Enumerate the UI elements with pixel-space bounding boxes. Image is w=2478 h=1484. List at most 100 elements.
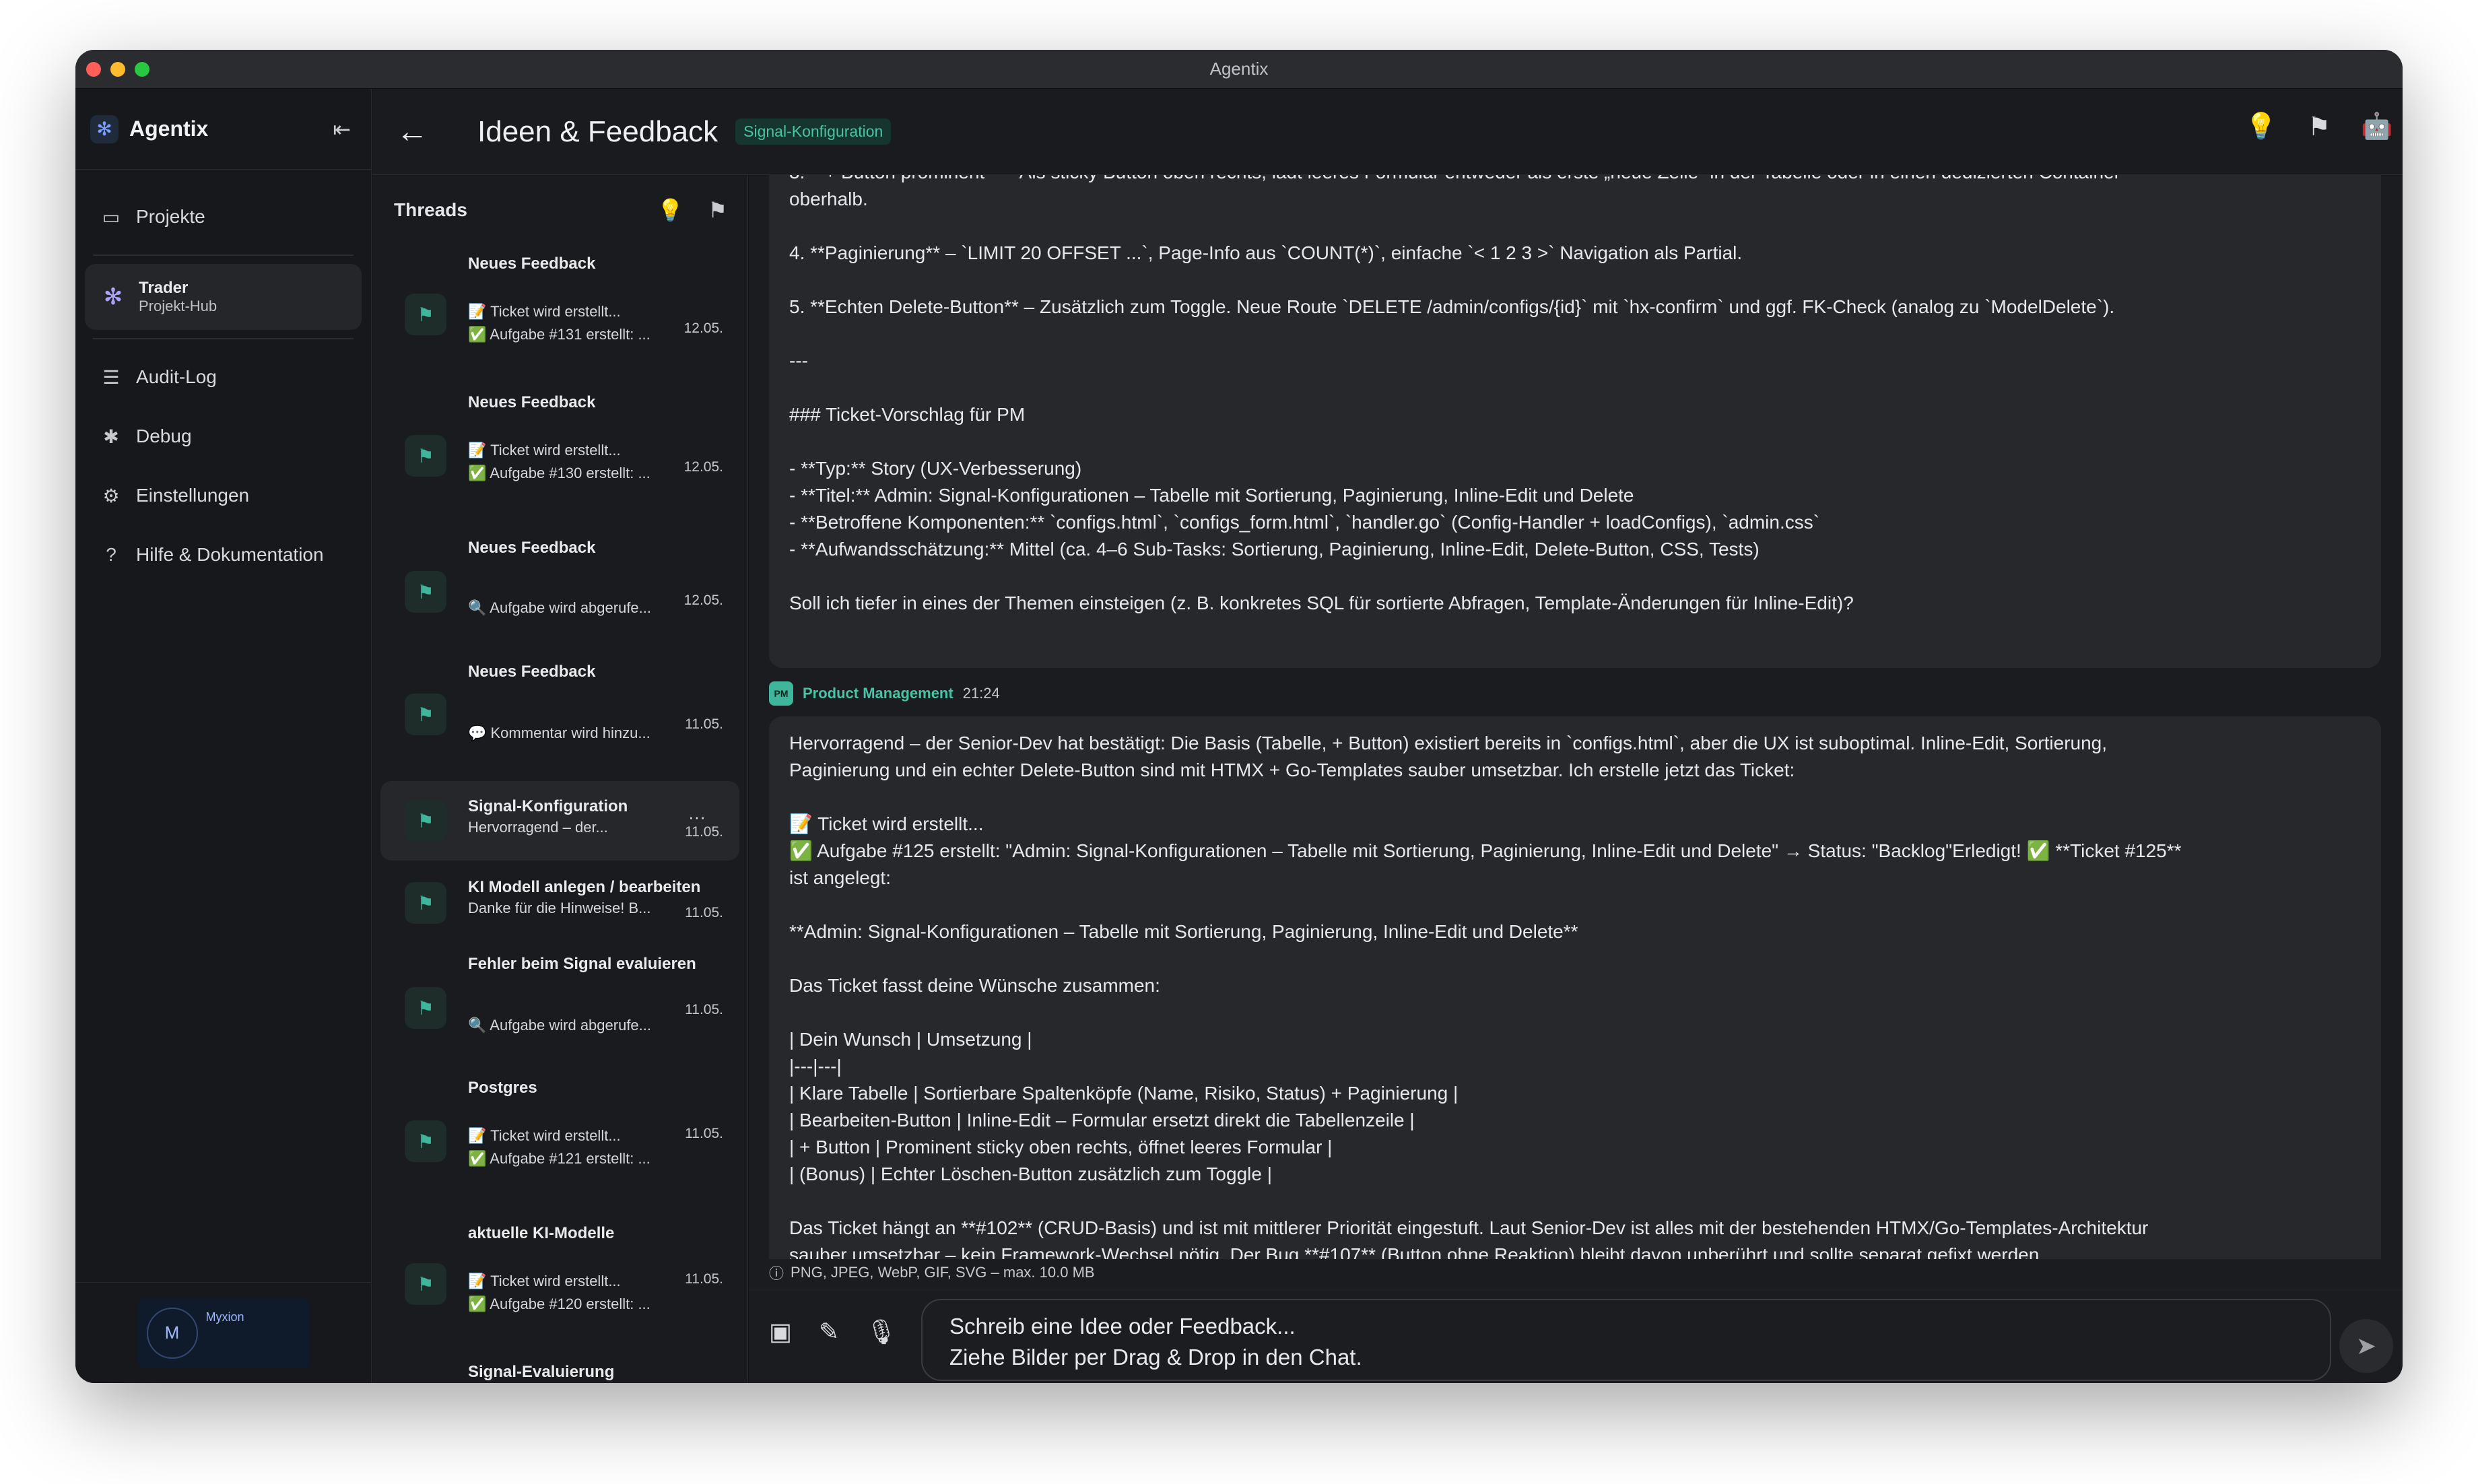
user-card[interactable]: M Myxion bbox=[137, 1297, 310, 1368]
user-logo: M bbox=[146, 1307, 198, 1359]
message-input-box[interactable] bbox=[921, 1299, 2331, 1381]
message-line: - **Aufwandsschätzung:** Mittel (ca. 4–6… bbox=[789, 539, 1760, 560]
message-line bbox=[789, 945, 2361, 972]
sidebar-item-einstellungen[interactable]: ⚙ Einstellungen bbox=[85, 466, 362, 525]
sidebar-project-trader[interactable]: ✻ Trader Projekt-Hub bbox=[85, 264, 362, 330]
thread-date: 12.05. bbox=[683, 321, 723, 336]
message-bubble-assistant: 3. **+ Button prominent** – Als sticky B… bbox=[769, 175, 2381, 668]
message-line: Paginierung und ein echter Delete-Button… bbox=[789, 760, 1795, 780]
back-arrow-icon[interactable]: ← bbox=[382, 102, 442, 162]
microphone-icon[interactable]: 🎙 bbox=[866, 1318, 897, 1346]
feedback-icon[interactable]: ⚑ bbox=[2300, 108, 2338, 145]
thread-item[interactable]: ⚑ Neues Feedback 📝 Ticket wird erstellt.… bbox=[380, 384, 739, 529]
message-line bbox=[789, 891, 2361, 918]
thread-title: Neues Feedback bbox=[468, 255, 596, 273]
thread-preview-line: ✅ Aufgabe #121 erstellt: ... bbox=[468, 1150, 650, 1167]
thread-item[interactable]: ⚑ Neues Feedback 📝 Ticket wird erstellt.… bbox=[380, 245, 739, 384]
feedback-icon: ⚑ bbox=[405, 1120, 446, 1162]
app-window: Agentix ✻ Agentix ⇤ ▭ Projekte ✻ Trader … bbox=[75, 50, 2403, 1383]
thread-item[interactable]: ⚑ aktuelle KI-Modelle 📝 Ticket wird erst… bbox=[380, 1215, 739, 1353]
header-actions: 💡 ⚑ 🤖 bbox=[2242, 108, 2396, 145]
zoom-window-button[interactable] bbox=[135, 62, 149, 77]
message-input[interactable] bbox=[948, 1310, 2304, 1370]
lightbulb-icon[interactable]: 💡 bbox=[657, 197, 683, 223]
sidebar-item-hilfe[interactable]: ? Hilfe & Dokumentation bbox=[85, 525, 362, 584]
project-sub: Projekt-Hub bbox=[139, 298, 217, 314]
message-text: 3. **+ Button prominent** – Als sticky B… bbox=[789, 175, 2361, 617]
thread-item[interactable]: ⚑ Fehler beim Signal evaluieren 🔍 Aufgab… bbox=[380, 945, 739, 1069]
thread-item-active[interactable]: ⚑ Signal-Konfiguration Hervorragend – de… bbox=[380, 781, 739, 861]
divider bbox=[93, 338, 354, 339]
thread-item[interactable]: ⚑ Postgres 📝 Ticket wird erstellt... ✅ A… bbox=[380, 1069, 739, 1215]
sidebar-item-label: Audit-Log bbox=[136, 366, 217, 387]
sidebar-item-label: Einstellungen bbox=[136, 485, 250, 506]
message-line: oberhalb. bbox=[789, 189, 868, 209]
chat-area: 3. **+ Button prominent** – Als sticky B… bbox=[749, 175, 2403, 1383]
send-button[interactable]: ➤ bbox=[2339, 1319, 2393, 1373]
project-name: Trader bbox=[139, 279, 189, 297]
divider bbox=[93, 255, 354, 256]
thread-more-button[interactable]: ··· bbox=[688, 807, 706, 828]
thread-date: 11.05. bbox=[685, 1126, 723, 1141]
thread-title: Neues Feedback bbox=[468, 393, 596, 411]
sidebar-item-label: Projekte bbox=[136, 206, 205, 227]
collapse-sidebar-icon[interactable]: ⇤ bbox=[333, 116, 351, 142]
sidebar-item-debug[interactable]: ✱ Debug bbox=[85, 407, 362, 466]
message-line: --- bbox=[789, 350, 808, 371]
message-scroll[interactable]: 3. **+ Button prominent** – Als sticky B… bbox=[749, 175, 2403, 1259]
message-line: | Dein Wunsch | Umsetzung | bbox=[789, 1029, 1032, 1050]
robot-icon[interactable]: 🤖 bbox=[2358, 108, 2396, 145]
brand-name: Agentix bbox=[129, 116, 209, 141]
close-window-button[interactable] bbox=[86, 62, 101, 77]
feedback-icon: ⚑ bbox=[405, 435, 446, 477]
minimize-window-button[interactable] bbox=[110, 62, 125, 77]
agentix-logo-icon: ✻ bbox=[90, 114, 119, 143]
feedback-icon: ⚑ bbox=[405, 1263, 446, 1305]
thread-date: 12.05. bbox=[683, 459, 723, 475]
user-area: M Myxion bbox=[75, 1282, 371, 1383]
message-line bbox=[789, 374, 2361, 401]
sidebar-item-projekte[interactable]: ▭ Projekte bbox=[85, 187, 362, 246]
message-line bbox=[789, 428, 2361, 455]
message-bubble-pm: Hervorragend – der Senior-Dev hat bestät… bbox=[769, 716, 2381, 1259]
thread-date: 12.05. bbox=[683, 593, 723, 608]
message-line: ✅ Aufgabe #125 erstellt: "Admin: Signal-… bbox=[789, 840, 2182, 861]
message-line bbox=[789, 563, 2361, 590]
thread-preview-line: 📝 Ticket wird erstellt... bbox=[468, 442, 621, 459]
composer-bar: ▣ ✎ 🎙 ➤ bbox=[749, 1289, 2403, 1383]
thread-item[interactable]: Signal-Evaluierung bbox=[380, 1353, 739, 1383]
thread-title: Neues Feedback bbox=[468, 539, 596, 557]
bug-icon: ✱ bbox=[103, 426, 119, 447]
message-line bbox=[789, 213, 2361, 240]
sidebar-item-audit-log[interactable]: ☰ Audit-Log bbox=[85, 347, 362, 407]
new-thread-icon[interactable]: ⚑ bbox=[708, 197, 727, 223]
magic-wand-icon[interactable]: ✎ bbox=[819, 1318, 839, 1346]
thread-title: aktuelle KI-Modelle bbox=[468, 1224, 615, 1242]
message-line: - **Betroffene Komponenten:** `configs.h… bbox=[789, 512, 1820, 533]
message-line: 5. **Echten Delete-Button** – Zusätzlich… bbox=[789, 296, 2115, 317]
thread-date: 11.05. bbox=[685, 1271, 723, 1287]
brand-bar: ✻ Agentix ⇤ bbox=[75, 89, 371, 170]
feedback-icon: ⚑ bbox=[405, 571, 446, 613]
message-line: ### Ticket-Vorschlag für PM bbox=[789, 404, 1026, 425]
lightbulb-icon[interactable]: 💡 bbox=[2242, 108, 2280, 145]
user-name: Myxion bbox=[205, 1310, 244, 1324]
page-title: Ideen & Feedback bbox=[477, 114, 718, 148]
brand: ✻ Agentix bbox=[90, 114, 209, 143]
message-text: Hervorragend – der Senior-Dev hat bestät… bbox=[789, 730, 2361, 1259]
thread-item[interactable]: ⚑ Neues Feedback 🔍 Aufgabe wird abgerufe… bbox=[380, 529, 739, 653]
thread-preview-line: ✅ Aufgabe #120 erstellt: ... bbox=[468, 1295, 650, 1312]
thread-item[interactable]: ⚑ KI Modell anlegen / bearbeiten Danke f… bbox=[380, 861, 739, 945]
feedback-icon: ⚑ bbox=[405, 987, 446, 1029]
thread-date: 11.05. bbox=[685, 905, 723, 920]
info-icon: ⓘ bbox=[769, 1265, 784, 1282]
message-line: | (Bonus) | Echter Löschen-Button zusätz… bbox=[789, 1163, 1272, 1184]
folder-icon: ▭ bbox=[102, 206, 121, 228]
sidebar-item-label: Debug bbox=[136, 426, 192, 446]
image-upload-icon[interactable]: ▣ bbox=[769, 1318, 792, 1346]
message-line: Das Ticket hängt an **#102** (CRUD-Basis… bbox=[789, 1217, 2149, 1238]
thread-title: Signal-Evaluierung bbox=[468, 1363, 615, 1381]
thread-item[interactable]: ⚑ Neues Feedback 💬 Kommentar wird hinzu.… bbox=[380, 653, 739, 781]
message-line: |---|---| bbox=[789, 1056, 842, 1077]
composer-tools: ▣ ✎ 🎙 bbox=[769, 1318, 897, 1346]
